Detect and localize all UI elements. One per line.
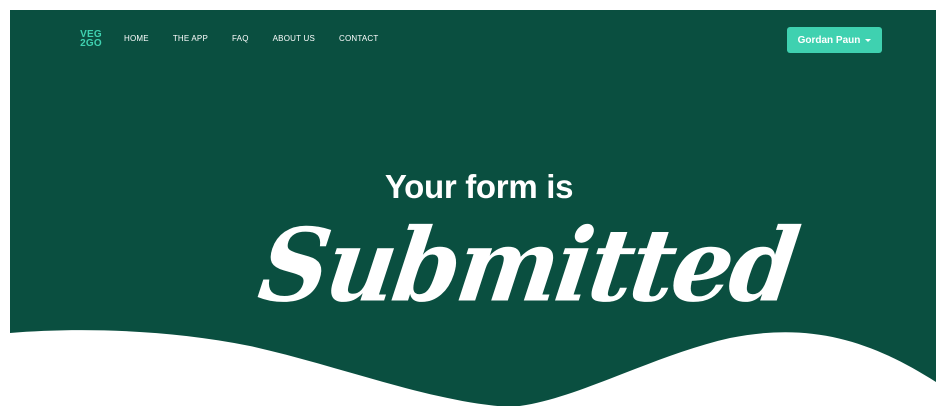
nav-item-contact[interactable]: CONTACT bbox=[339, 34, 378, 43]
chevron-down-icon bbox=[865, 39, 872, 42]
page-heading: Your form is bbox=[384, 168, 574, 205]
submitted-script-text: Submitted bbox=[252, 205, 804, 325]
nav-item-the-app[interactable]: THE APP bbox=[173, 34, 208, 43]
nav-item-home[interactable]: HOME bbox=[124, 34, 149, 43]
user-menu-button[interactable]: Gordan Paun bbox=[787, 27, 882, 53]
hero-section: VEG 2GO HOME THE APP FAQ ABOUT US CONTAC… bbox=[10, 10, 936, 407]
nav-menu: HOME THE APP FAQ ABOUT US CONTACT bbox=[124, 34, 402, 43]
nav-item-faq[interactable]: FAQ bbox=[232, 34, 249, 43]
nav-item-about-us[interactable]: ABOUT US bbox=[273, 34, 315, 43]
logo-line-2: 2GO bbox=[80, 38, 102, 49]
brand-logo[interactable]: VEG 2GO bbox=[76, 30, 106, 49]
page-frame: VEG 2GO HOME THE APP FAQ ABOUT US CONTAC… bbox=[10, 10, 936, 407]
top-navigation: VEG 2GO HOME THE APP FAQ ABOUT US CONTAC… bbox=[10, 10, 936, 72]
user-name: Gordan Paun bbox=[797, 34, 861, 46]
